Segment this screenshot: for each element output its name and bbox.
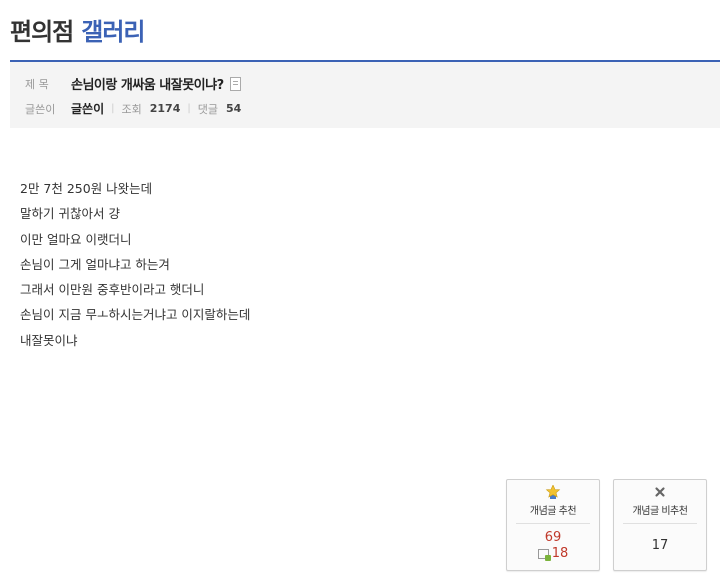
recommend-count: 69 xyxy=(544,530,562,545)
fixed-count: 18 xyxy=(551,546,569,561)
post-writer[interactable]: 글쓴이 xyxy=(71,100,104,117)
post-header: 제 목 손님이랑 개싸움 내잘못이냐? 글쓴이 글쓴이 | 조회 2174 | … xyxy=(10,62,720,128)
subject-label: 제 목 xyxy=(25,77,49,91)
gallery-title-part2: 갤러리 xyxy=(81,18,145,46)
star-medal-icon xyxy=(545,485,561,499)
recommend-button[interactable]: 개념글 추천 69 18 xyxy=(506,479,600,571)
views-label: 조회 xyxy=(121,102,142,116)
gallery-title-part1: 편의점 xyxy=(10,18,74,46)
content-line: 손님이 그게 얼마냐고 하는겨 xyxy=(20,256,170,272)
content-line: 이만 얼마요 이랫더니 xyxy=(20,231,132,247)
content-line: 2만 7천 250원 나왓는데 xyxy=(20,181,153,196)
recommend-top: 개념글 추천 xyxy=(507,480,599,522)
not-recommend-label: 개념글 비추천 xyxy=(632,506,688,517)
meta-separator: | xyxy=(187,103,191,114)
post-subject: 손님이랑 개싸움 내잘못이냐? xyxy=(71,78,224,93)
writer-label: 글쓴이 xyxy=(25,102,56,116)
content-line: 내잘못이냐 xyxy=(20,332,78,348)
gallery-title[interactable]: 편의점 갤러리 xyxy=(10,12,146,47)
vote-divider xyxy=(623,523,697,524)
not-recommend-count: 17 xyxy=(651,538,669,553)
post-content: 2만 7천 250원 나왓는데 말하기 귀찮아서 걍 이만 얼마요 이랫더니 손… xyxy=(20,176,250,353)
subject-row: 제 목 손님이랑 개싸움 내잘못이냐? xyxy=(25,74,241,93)
fixed-user-icon xyxy=(537,548,551,561)
meta-row: 글쓴이 글쓴이 | 조회 2174 | 댓글 54 xyxy=(25,100,241,117)
not-recommend-top: 개념글 비추천 xyxy=(614,480,706,522)
content-line: 손님이 지금 무ㅗ하시는거냐고 이지랄하는데 xyxy=(20,307,251,323)
recommend-label: 개념글 추천 xyxy=(529,506,577,517)
views-count: 2174 xyxy=(149,102,181,115)
comments-label: 댓글 xyxy=(197,102,218,116)
meta-separator: | xyxy=(111,103,115,114)
content-line: 말하기 귀찮아서 걍 xyxy=(20,206,120,222)
content-line: 그래서 이만원 중후반이라고 햇더니 xyxy=(20,282,205,298)
fixed-row: 18 xyxy=(507,546,599,561)
comments-count[interactable]: 54 xyxy=(226,102,241,115)
document-icon xyxy=(229,76,241,91)
x-icon xyxy=(655,487,665,497)
not-recommend-button[interactable]: 개념글 비추천 17 xyxy=(613,479,707,571)
vote-divider xyxy=(516,523,590,524)
